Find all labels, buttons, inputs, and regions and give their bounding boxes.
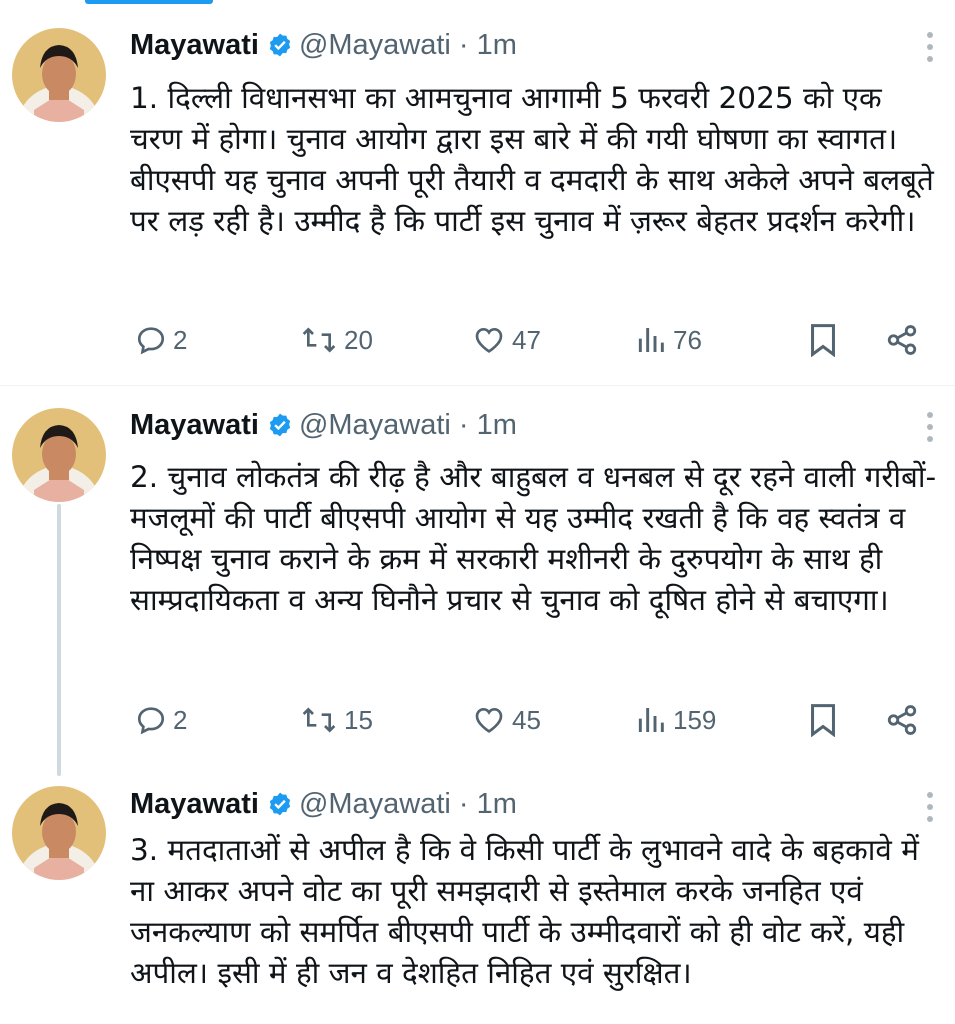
views-icon	[635, 324, 667, 356]
share-icon	[885, 703, 919, 737]
timestamp[interactable]: 1m	[477, 788, 517, 821]
avatar[interactable]	[12, 408, 106, 502]
reply-count: 2	[173, 324, 188, 355]
more-vertical-icon[interactable]	[925, 410, 935, 444]
author-name[interactable]: Mayawati	[130, 29, 259, 62]
reply-icon	[135, 324, 167, 356]
bookmark-icon	[808, 323, 838, 357]
reply-button[interactable]: 2	[135, 320, 187, 360]
views-button[interactable]: 159	[635, 700, 716, 740]
like-count: 47	[512, 324, 541, 355]
tweet-3[interactable]: Mayawati @Mayawati · 1m 3. मतदाताओं से अ…	[0, 776, 955, 1024]
like-icon	[472, 324, 506, 356]
views-button[interactable]: 76	[635, 320, 702, 360]
like-button[interactable]: 47	[472, 320, 541, 360]
tweet-1[interactable]: Mayawati @Mayawati · 1m 1. दिल्ली विधानस…	[0, 0, 955, 385]
reply-icon	[135, 704, 167, 736]
verified-badge-icon	[267, 32, 293, 58]
author-name[interactable]: Mayawati	[130, 788, 259, 821]
share-button[interactable]	[885, 700, 919, 740]
views-icon	[635, 704, 667, 736]
timestamp[interactable]: 1m	[477, 409, 517, 442]
timestamp[interactable]: 1m	[477, 29, 517, 62]
author-handle[interactable]: @Mayawati	[299, 788, 451, 821]
separator-dot: ·	[458, 787, 469, 820]
author-name[interactable]: Mayawati	[130, 409, 259, 442]
like-icon	[472, 704, 506, 736]
bookmark-icon	[808, 703, 838, 737]
author-handle[interactable]: @Mayawati	[299, 29, 451, 62]
like-button[interactable]: 45	[472, 700, 541, 740]
avatar[interactable]	[12, 786, 106, 880]
repost-count: 15	[344, 704, 373, 735]
tweet-text: 2. चुनाव लोकतंत्र की रीढ़ है और बाहुबल व…	[130, 460, 937, 617]
tweet-header: Mayawati @Mayawati · 1m	[130, 784, 517, 824]
reply-button[interactable]: 2	[135, 700, 187, 740]
more-vertical-icon[interactable]	[925, 30, 935, 64]
more-vertical-icon[interactable]	[925, 790, 935, 824]
repost-count: 20	[344, 324, 373, 355]
bookmark-button[interactable]	[808, 700, 838, 740]
tweet-2[interactable]: Mayawati @Mayawati · 1m 2. चुनाव लोकतंत्…	[0, 386, 955, 776]
views-count: 159	[673, 704, 717, 735]
verified-badge-icon	[267, 791, 293, 817]
bookmark-button[interactable]	[808, 320, 838, 360]
avatar[interactable]	[12, 28, 106, 122]
repost-button[interactable]: 15	[300, 700, 373, 740]
repost-icon	[300, 324, 338, 356]
tweet-actions: 2 20 47 76	[130, 320, 930, 360]
tweet-text: 1. दिल्ली विधानसभा का आमचुनाव आगामी 5 फर…	[130, 81, 934, 238]
tweet-text: 3. मतदाताओं से अपील है कि वे किसी पार्टी…	[130, 833, 919, 990]
views-count: 76	[673, 324, 702, 355]
author-handle[interactable]: @Mayawati	[299, 409, 451, 442]
thread-connector	[57, 504, 61, 776]
separator-dot: ·	[458, 28, 469, 61]
tweet-header: Mayawati @Mayawati · 1m	[130, 25, 517, 65]
reply-count: 2	[173, 704, 188, 735]
share-icon	[885, 323, 919, 357]
tweet-header: Mayawati @Mayawati · 1m	[130, 405, 517, 445]
repost-button[interactable]: 20	[300, 320, 373, 360]
repost-icon	[300, 704, 338, 736]
share-button[interactable]	[885, 320, 919, 360]
like-count: 45	[512, 704, 541, 735]
verified-badge-icon	[267, 412, 293, 438]
tweet-actions: 2 15 45 159	[130, 700, 930, 740]
separator-dot: ·	[458, 408, 469, 441]
